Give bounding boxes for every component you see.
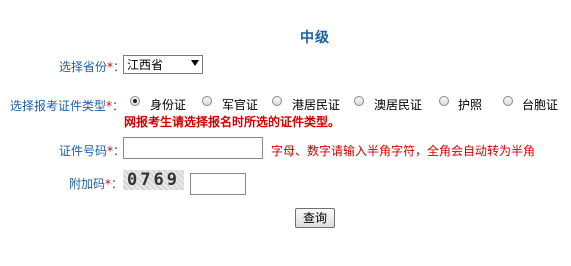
cert-type-option-taiwan: 台胞证 [522, 98, 559, 112]
query-button[interactable]: 查询 [295, 208, 335, 228]
captcha-label: 附加码*： [69, 177, 124, 191]
province-select[interactable]: 江西省 [123, 55, 203, 74]
cert-type-radio-id-card[interactable] [130, 96, 140, 106]
cert-type-option-id-card: 身份证 [150, 98, 187, 112]
captcha-image[interactable]: 0769 [123, 170, 184, 190]
cert-type-radio-hk[interactable] [272, 96, 282, 106]
cert-number-hint: 字母、数字请输入半角字符，全角会自动转为半角 [271, 144, 536, 158]
cert-type-radio-passport[interactable] [439, 96, 449, 106]
cert-type-label: 选择报考证件类型*： [10, 99, 125, 113]
cert-type-option-hk: 港居民证 [292, 98, 341, 112]
cert-type-option-passport: 护照 [458, 98, 483, 112]
captcha-input[interactable] [190, 173, 246, 195]
cert-type-note: 网报考生请选择报名时所选的证件类型。 [124, 115, 341, 129]
cert-type-option-macau: 澳居民证 [374, 98, 423, 112]
dropdown-arrow-icon [191, 60, 199, 66]
province-selected-value: 江西省 [127, 58, 164, 72]
cert-number-label: 证件号码*： [59, 144, 126, 158]
cert-type-radio-macau[interactable] [354, 96, 364, 106]
cert-type-option-officer: 军官证 [222, 98, 259, 112]
page-title: 中级 [300, 30, 330, 46]
cert-type-radio-taiwan[interactable] [503, 96, 513, 106]
cert-type-radio-officer[interactable] [202, 96, 212, 106]
cert-number-input[interactable] [123, 137, 263, 159]
province-label: 选择省份*： [59, 60, 126, 74]
